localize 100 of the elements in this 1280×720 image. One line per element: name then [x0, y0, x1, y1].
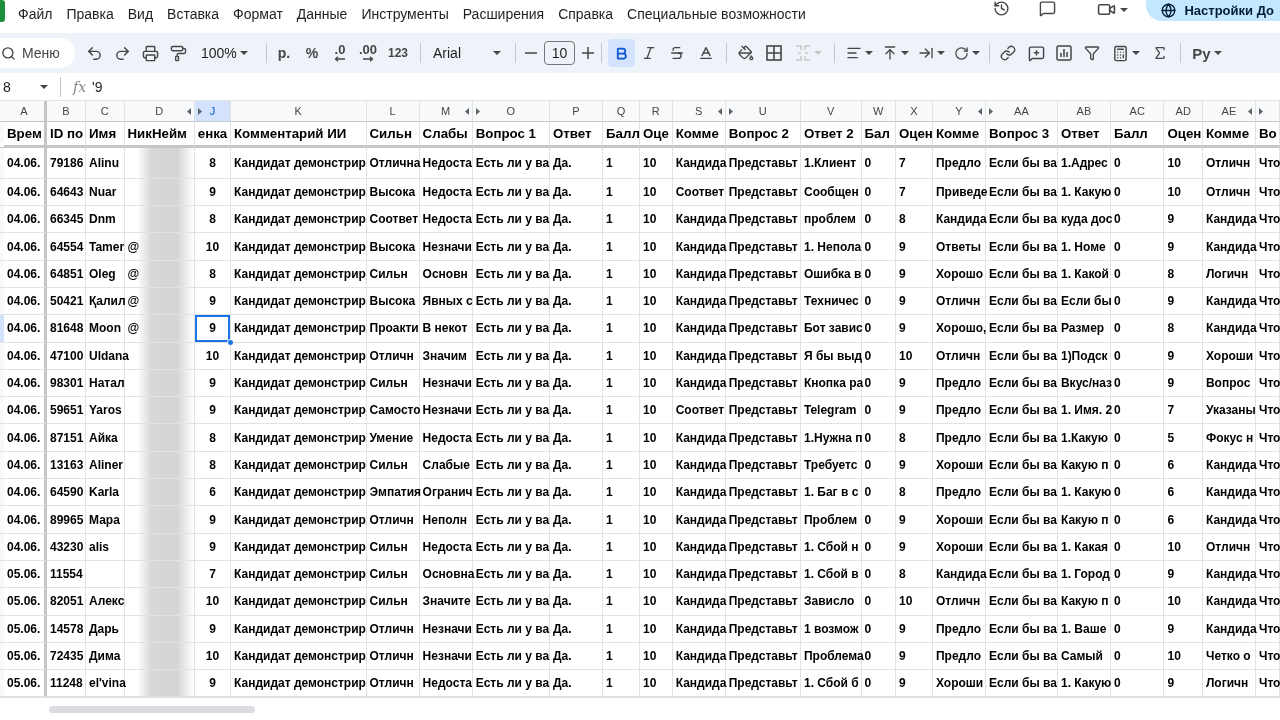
- right-triangle-icon[interactable]: [198, 108, 202, 115]
- column-header[interactable]: K: [231, 101, 367, 122]
- table-cell: Отличн: [932, 288, 986, 316]
- column-header[interactable]: W: [861, 101, 896, 122]
- column-header[interactable]: R: [640, 101, 673, 122]
- table-cell: Соответ: [672, 397, 726, 425]
- column-header[interactable]: AA: [985, 101, 1058, 122]
- menu-item[interactable]: Правка: [59, 3, 121, 24]
- table-cell: 0: [861, 615, 896, 643]
- table-cell: Кандида: [672, 615, 726, 643]
- column-header[interactable]: B: [47, 101, 86, 122]
- table-cell: Кандида: [932, 206, 986, 234]
- left-triangle-icon[interactable]: [187, 108, 191, 115]
- table-cell: Если бы ва: [985, 506, 1058, 534]
- menu-item[interactable]: Формат: [226, 3, 290, 24]
- table-cell: 0: [861, 397, 896, 425]
- column-header[interactable]: L: [366, 101, 420, 122]
- comments-button[interactable]: [1039, 0, 1057, 17]
- table-cell: 10: [640, 288, 673, 316]
- plus-icon: [582, 47, 594, 59]
- share-button[interactable]: Настройки До: [1146, 0, 1280, 21]
- table-cell: 10: [895, 588, 933, 616]
- font-dropdown[interactable]: Arial: [427, 39, 507, 67]
- left-triangle-icon[interactable]: [464, 108, 469, 115]
- column-header[interactable]: Y: [932, 101, 986, 122]
- table-cell: 0: [1110, 506, 1165, 534]
- table-cell: 13163: [47, 451, 86, 480]
- increase-decimal-button[interactable]: .00: [354, 39, 382, 67]
- table-cell: 0: [1110, 451, 1165, 480]
- table-cell: @: [124, 288, 195, 316]
- column-header[interactable]: AD: [1164, 101, 1203, 122]
- menu-item[interactable]: Специальные возможности: [620, 3, 813, 24]
- table-cell: проблем: [800, 206, 862, 234]
- format-button[interactable]: р.: [270, 39, 298, 67]
- menu-item[interactable]: Вставка: [160, 3, 227, 24]
- table-cell: Кандида: [1202, 560, 1256, 589]
- column-header[interactable]: X: [895, 101, 933, 122]
- table-cell: 0: [1110, 424, 1165, 452]
- table-cell: Қалил: [86, 288, 125, 316]
- column-header[interactable]: A: [4, 101, 47, 122]
- table-cell: 04.06.: [4, 506, 47, 534]
- column-header[interactable]: S: [672, 101, 726, 122]
- table-cell: 04.06.: [4, 424, 47, 452]
- font-size-field[interactable]: 10: [544, 41, 575, 65]
- table-cell: 10: [640, 451, 673, 480]
- paint-roller-icon: [169, 44, 187, 62]
- table-cell: 9: [1164, 233, 1203, 261]
- search-bar[interactable]: Меню: [0, 38, 75, 68]
- right-triangle-icon[interactable]: [1258, 108, 1263, 115]
- table-cell: 9: [895, 642, 933, 671]
- table-cell: Кандида: [672, 206, 726, 234]
- column-header[interactable]: [1255, 101, 1280, 122]
- menu-item[interactable]: Вид: [120, 3, 161, 24]
- table-cell: Недоста: [419, 178, 473, 207]
- column-header[interactable]: U: [725, 101, 801, 122]
- right-triangle-icon[interactable]: [988, 108, 993, 115]
- menu-item[interactable]: Справка: [551, 3, 621, 24]
- formula-field[interactable]: '9: [86, 74, 1280, 99]
- left-triangle-icon[interactable]: [717, 108, 722, 115]
- zoom-dropdown[interactable]: 100%: [192, 39, 254, 67]
- menu-item[interactable]: Расширения: [455, 3, 552, 24]
- table-cell: Натал: [86, 369, 125, 398]
- menu-item[interactable]: Данные: [289, 3, 355, 24]
- selected-cell[interactable]: 9: [195, 315, 231, 343]
- column-header[interactable]: AC: [1110, 101, 1165, 122]
- search-field[interactable]: Меню: [22, 45, 70, 61]
- header-cell: Комме: [932, 122, 986, 148]
- table-cell: 05.06.: [4, 615, 47, 643]
- column-header[interactable]: Q: [603, 101, 640, 122]
- table-cell: Хороши: [932, 533, 986, 561]
- format-button[interactable]: %: [298, 39, 326, 67]
- table-cell: Да.: [550, 424, 603, 452]
- column-header[interactable]: M: [419, 101, 473, 122]
- menu-item[interactable]: Файл: [11, 3, 60, 24]
- table-cell: 59651: [47, 397, 86, 425]
- column-header[interactable]: O: [472, 101, 550, 122]
- right-triangle-icon[interactable]: [728, 108, 733, 115]
- history-button[interactable]: [993, 0, 1011, 17]
- column-header[interactable]: C: [86, 101, 125, 122]
- left-triangle-icon[interactable]: [1247, 108, 1252, 115]
- table-cell: Кандида: [672, 588, 726, 616]
- bold-button[interactable]: [608, 39, 635, 67]
- column-header[interactable]: AE: [1202, 101, 1256, 122]
- decrease-decimal-button[interactable]: .0: [326, 39, 354, 67]
- column-header[interactable]: J: [195, 101, 231, 122]
- column-header[interactable]: P: [550, 101, 603, 122]
- name-box[interactable]: 8: [0, 74, 52, 99]
- left-triangle-icon[interactable]: [977, 108, 982, 115]
- table-cell: Значим: [419, 342, 473, 370]
- horizontal-scrollbar[interactable]: [49, 706, 255, 714]
- right-triangle-icon[interactable]: [475, 108, 480, 115]
- input-tools-button[interactable]: Ру: [1187, 39, 1227, 67]
- table-cell: Telegram: [800, 397, 862, 425]
- comment-plus-icon: [1027, 44, 1045, 62]
- column-header[interactable]: D: [124, 101, 195, 122]
- column-header[interactable]: V: [800, 101, 862, 122]
- format-button[interactable]: 123: [382, 39, 414, 67]
- fill-handle-icon[interactable]: [227, 338, 234, 346]
- menu-item[interactable]: Инструменты: [354, 3, 456, 24]
- column-header[interactable]: AB: [1057, 101, 1111, 122]
